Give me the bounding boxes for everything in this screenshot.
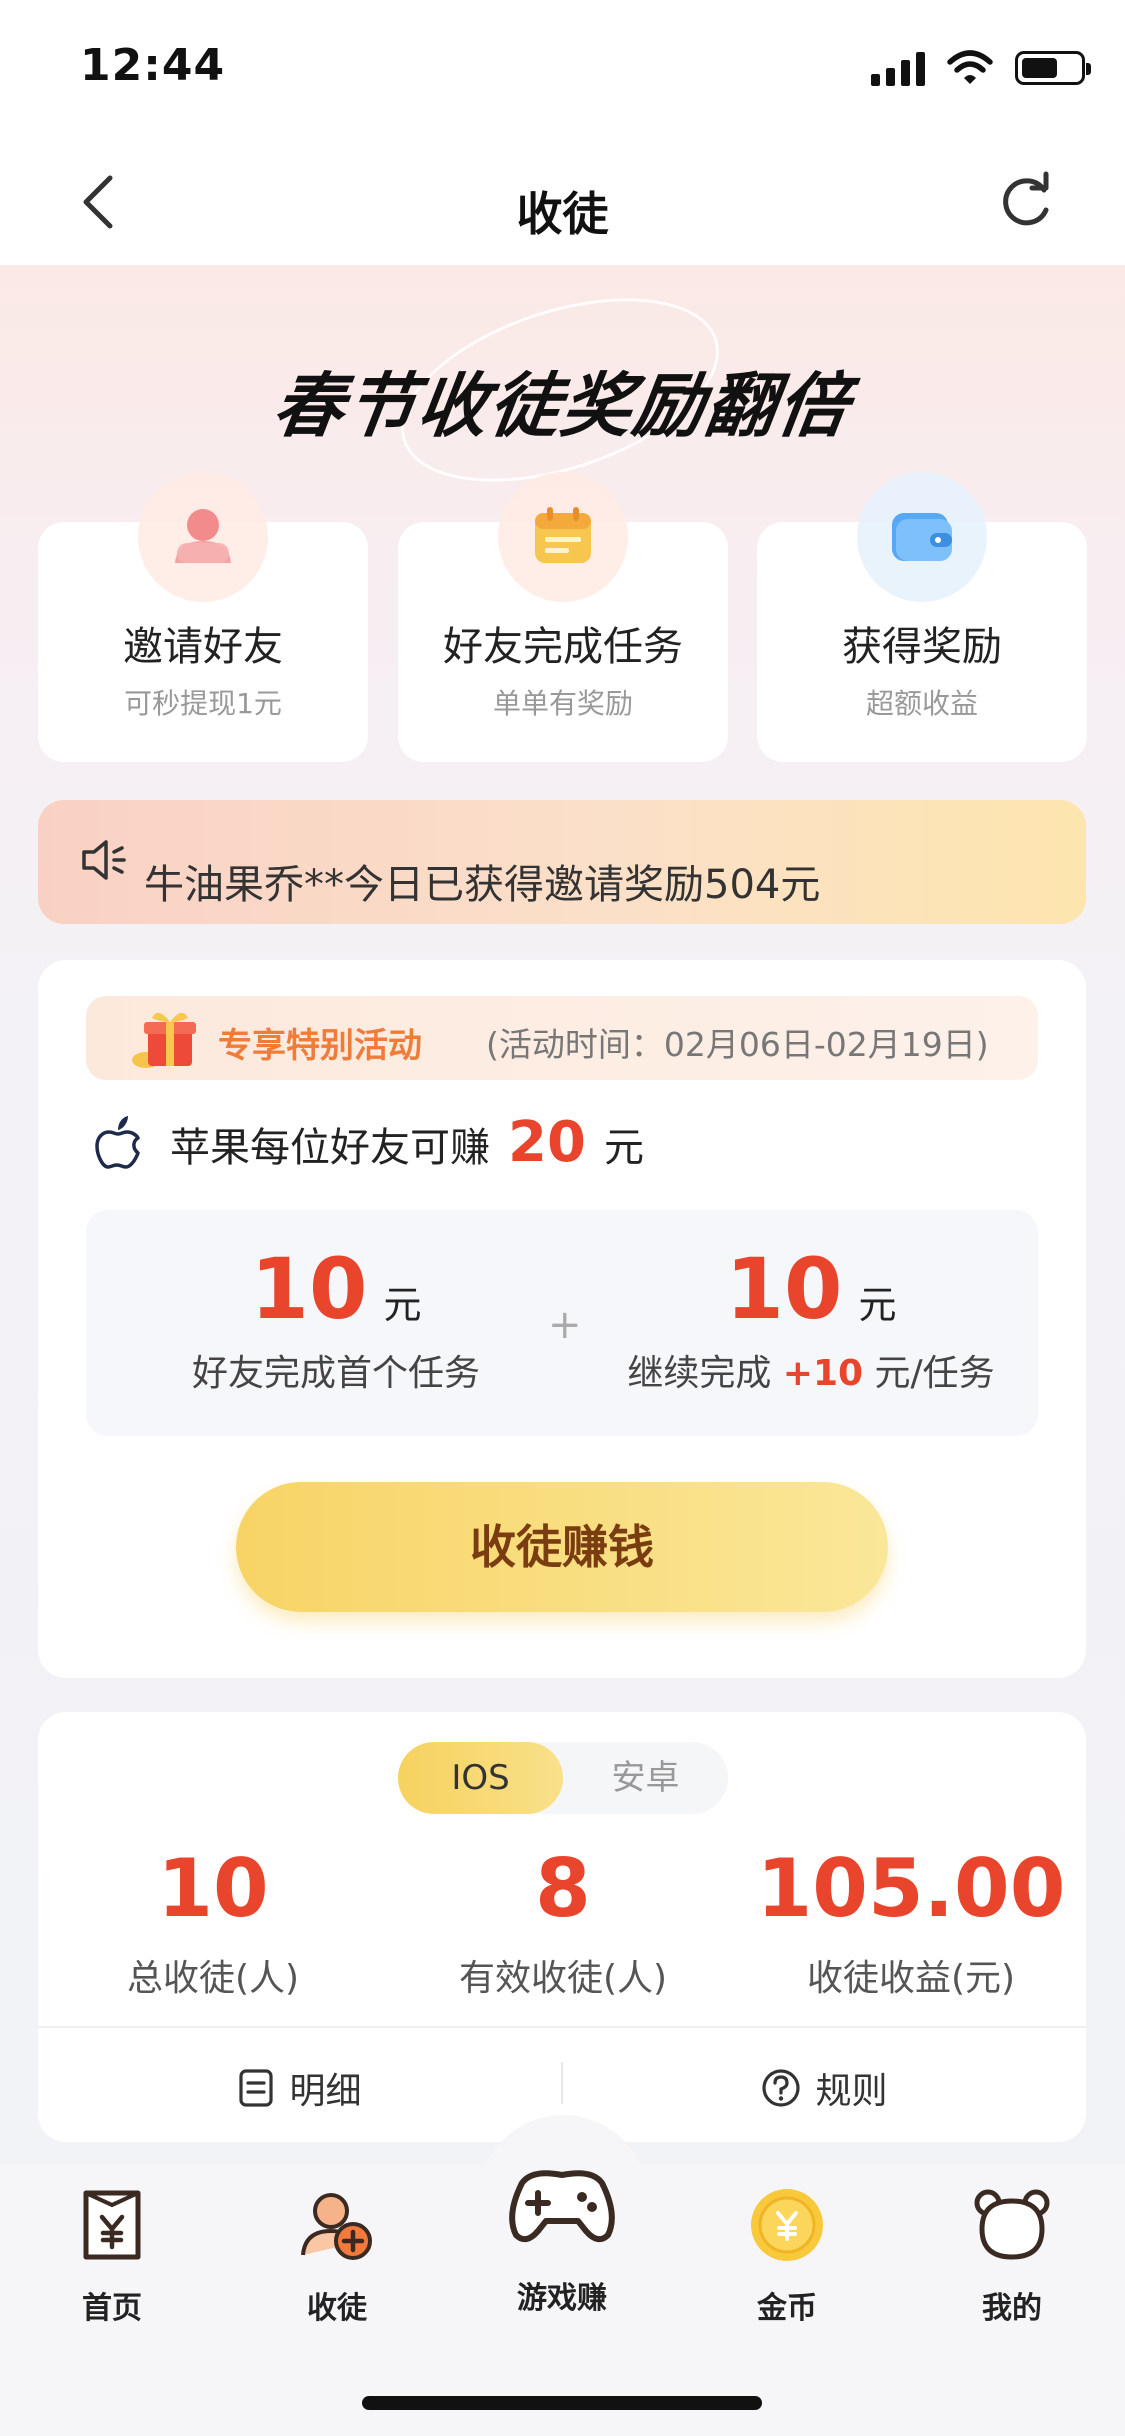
ticker-text: 牛油果乔**今日已获得邀请奖励504元 [144,862,821,908]
promo-title: 专享特别活动 [218,1026,422,1066]
reward-desc: 好友完成首个任务 [191,1353,480,1394]
reward-desc-highlight: +10 [782,1353,864,1394]
gamepad-icon [509,2170,615,2243]
step-subtitle: 可秒提现1元 [124,687,282,720]
details-link[interactable]: 明细 [38,2046,561,2130]
tab-mine[interactable]: 我的 [922,2185,1102,2327]
reward-unit: 元 [383,1283,422,1327]
tab-recruit[interactable]: 收徒 [247,2185,427,2327]
question-icon [762,2069,801,2107]
status-time: 12:44 [80,40,226,91]
apple-reward-amount: 20 [508,1110,586,1175]
step-card-task: 好友完成任务 单单有奖励 [398,472,728,762]
reward-amount: 10 [250,1240,368,1338]
promo-time: (活动时间：02月06日-02月19日) [486,1025,989,1064]
reward-amount: 10 [725,1240,843,1338]
page-title: 收徒 [516,187,609,241]
tab-label: 收徒 [307,2291,367,2326]
reward-desc: 继续完成 +10 元/任务 [601,1344,1021,1396]
status-icons [871,46,1091,90]
stat-value: 105.00 [756,1842,1066,1935]
promo-bar: 专享特别活动 (活动时间：02月06日-02月19日) [86,996,1038,1080]
step-card-reward: 获得奖励 超额收益 [757,472,1087,762]
plus-sign: + [548,1302,582,1348]
coin-icon [751,2189,823,2261]
person-icon [175,509,231,563]
rules-label: 规则 [815,2071,888,2112]
battery-icon [1015,51,1091,85]
recruit-earn-button[interactable]: 收徒赚钱 [236,1482,888,1612]
step-title: 好友完成任务 [443,624,683,670]
step-subtitle: 单单有奖励 [492,687,633,720]
reward-desc-suffix: 元/任务 [874,1353,995,1394]
details-label: 明细 [289,2071,362,2112]
step-title: 获得奖励 [842,624,1002,670]
reward-continue-task: 10 元 继续完成 +10 元/任务 [601,1240,1021,1396]
announcement-ticker: 牛油果乔**今日已获得邀请奖励504元 [38,800,1086,924]
wallet-icon [892,513,952,561]
reward-unit: 元 [858,1283,897,1327]
step-subtitle: 超额收益 [865,687,978,720]
activity-card: 专享特别活动 (活动时间：02月06日-02月19日) 苹果每位好友可赚 20 … [38,960,1086,1678]
gift-icon [132,1012,196,1068]
tab-game-earn[interactable]: 游戏赚 [472,2155,652,2317]
step-icon-wrap [138,472,268,602]
apple-reward-prefix: 苹果每位好友可赚 [170,1125,490,1171]
banner-title: 春节收徒奖励翻倍 [267,365,856,447]
apple-reward-unit: 元 [603,1125,644,1171]
cellular-signal-icon [871,50,925,86]
apple-reward-line: 苹果每位好友可赚 20 元 [170,1110,644,1175]
status-bar: 12:44 [0,0,1125,140]
platform-toggle: IOS 安卓 [398,1742,728,1814]
tab-label: 游戏赚 [517,2281,607,2316]
tab-coins[interactable]: 金币 [697,2185,877,2327]
stat-value: 10 [157,1842,269,1935]
list-icon [239,2069,274,2107]
tab-label: 我的 [982,2291,1042,2326]
tab-home[interactable]: 首页 [22,2185,202,2327]
speaker-icon [82,840,126,880]
stat-label: 有效收徒(人) [458,1958,668,1999]
step-title: 邀请好友 [123,624,283,670]
bear-icon [974,2189,1050,2260]
stat-recruit-earnings: 105.00 收徒收益(元) [736,1842,1086,2001]
stat-value: 8 [535,1842,591,1935]
refresh-icon[interactable] [994,170,1060,236]
yen-card-icon [83,2190,141,2260]
nav-bar: 收徒 [0,140,1125,265]
step-card-invite: 邀请好友 可秒提现1元 [38,472,368,762]
home-indicator [362,2396,762,2410]
reward-panel: 10 元 好友完成首个任务 + 10 元 继续完成 +10 元/任务 [86,1210,1038,1436]
stat-label: 总收徒(人) [126,1958,300,1999]
step-icon-wrap [498,472,628,602]
divider [38,2026,1086,2028]
add-user-icon [301,2193,372,2260]
wifi-icon [947,50,993,84]
stat-valid-recruits: 8 有效收徒(人) [388,1842,738,2001]
tab-ios[interactable]: IOS [398,1742,563,1814]
rules-link[interactable]: 规则 [563,2046,1086,2130]
tab-label: 首页 [82,2291,142,2326]
tab-label: 金币 [757,2291,817,2326]
apple-icon [95,1116,140,1169]
tab-android[interactable]: 安卓 [563,1742,728,1814]
battery-fill [1022,58,1057,78]
calendar-icon [535,507,591,563]
stat-total-recruits: 10 总收徒(人) [38,1842,388,2001]
stat-label: 收徒收益(元) [806,1958,1016,1999]
reward-first-task: 10 元 好友完成首个任务 [126,1240,546,1396]
step-icon-wrap [857,472,987,602]
reward-desc-prefix: 继续完成 [627,1353,772,1394]
stats-card: IOS 安卓 10 总收徒(人) 8 有效收徒(人) 105.00 收徒收益(元… [38,1712,1086,2142]
